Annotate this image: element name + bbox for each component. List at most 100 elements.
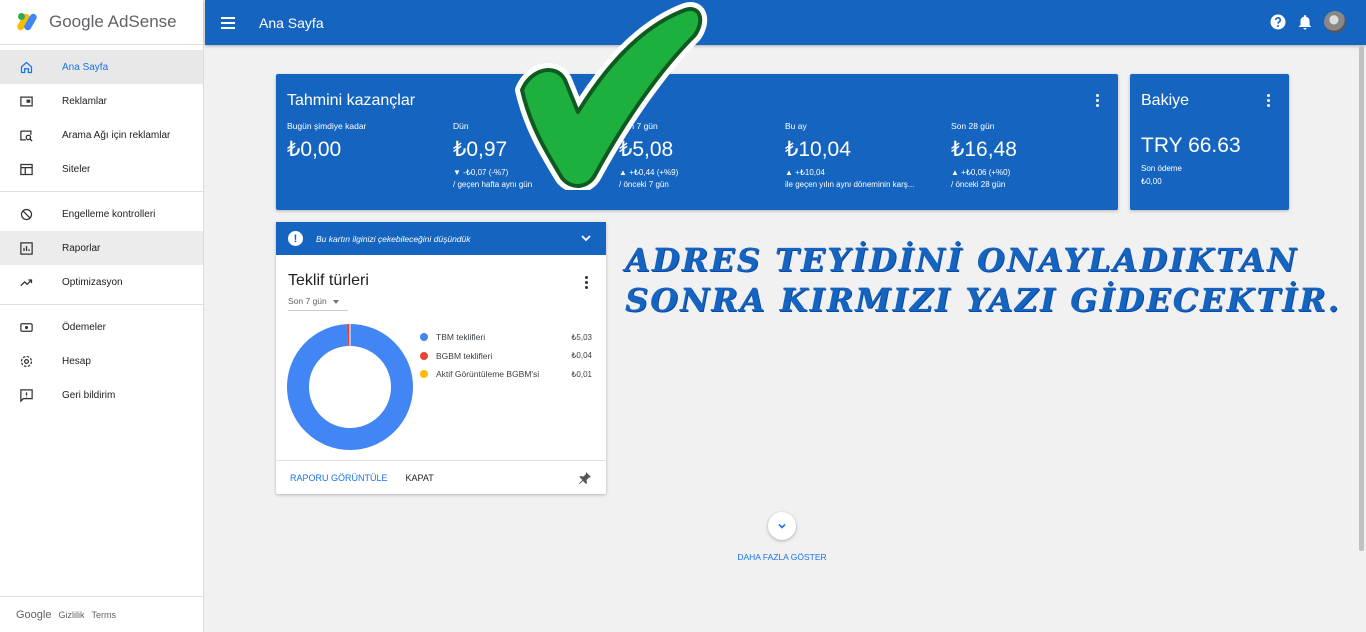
sidebar-item-ads[interactable]: Reklamlar: [0, 84, 203, 118]
chart-legend: TBM teklifleri ₺5,03 BGBM teklifleri ₺0,…: [420, 328, 592, 384]
earnings-delta: ▲ +₺10,04: [785, 168, 825, 177]
brand[interactable]: Google AdSense: [0, 0, 203, 45]
earnings-label: Son 28 gün: [951, 121, 995, 131]
legend-swatch: [420, 333, 428, 342]
legend-value: ₺0,04: [571, 351, 592, 361]
sidebar-item-label: Raporlar: [62, 242, 101, 254]
menu-button[interactable]: [205, 16, 251, 29]
offer-title: Teklif türleri: [288, 272, 369, 289]
legend-value: ₺5,03: [571, 332, 592, 342]
google-wordmark: Google: [16, 608, 52, 621]
period-value: Son 7 gün: [288, 296, 327, 306]
legend-swatch: [420, 351, 428, 360]
earnings-menu-icon[interactable]: [1096, 94, 1100, 109]
scrollbar[interactable]: [1359, 46, 1364, 551]
sidebar-item-label: Ödemeler: [62, 321, 106, 333]
sidebar-item-account[interactable]: Hesap: [0, 344, 203, 378]
earnings-column-last28: Son 28 gün ₺16,48 ▲ +₺0,06 (+%0) / öncek…: [951, 121, 1111, 189]
sidebar-item-label: Siteler: [62, 163, 91, 175]
reports-icon: [18, 240, 34, 256]
sidebar-item-home[interactable]: Ana Sayfa: [0, 50, 203, 84]
adsense-logo-icon: [15, 12, 40, 32]
suggestion-banner[interactable]: ! Bu kartın ilginizi çekebileceğini düşü…: [276, 222, 606, 255]
sidebar-item-optimization[interactable]: Optimizasyon: [0, 265, 203, 299]
gear-icon: [18, 353, 34, 369]
nav-group-main: Ana Sayfa Reklamlar Arama Ağı için rekla…: [0, 45, 203, 192]
sidebar-item-label: Hesap: [62, 355, 91, 367]
legend-label: TBM teklifleri: [436, 332, 486, 343]
sidebar-item-payments[interactable]: Ödemeler: [0, 310, 203, 344]
sidebar-item-label: Optimizasyon: [62, 276, 123, 288]
sidebar-item-search-ads[interactable]: Arama Ağı için reklamlar: [0, 118, 203, 152]
sidebar-item-feedback[interactable]: Geri bildirim: [0, 378, 203, 412]
earnings-value: ₺16,48: [951, 138, 1017, 161]
donut-chart: [287, 324, 413, 450]
info-icon: !: [288, 231, 303, 246]
avatar[interactable]: [1324, 11, 1346, 33]
annotation-line-2: SONRA KIRMIZI YAZI GİDECEKTİR.: [625, 281, 1341, 319]
sites-icon: [18, 161, 34, 177]
search-ads-icon: [18, 127, 34, 143]
trend-icon: [18, 274, 34, 290]
sidebar-item-label: Arama Ağı için reklamlar: [62, 129, 171, 141]
earnings-value: ₺10,04: [785, 138, 851, 161]
sidebar-item-sites[interactable]: Siteler: [0, 152, 203, 186]
terms-link[interactable]: Terms: [91, 610, 116, 620]
earnings-label: Bugün şimdiye kadar: [287, 121, 367, 131]
payments-icon: [18, 319, 34, 335]
earnings-column-month: Bu ay ₺10,04 ▲ +₺10,04 ile geçen yılın a…: [785, 121, 945, 189]
sidebar-footer: Google Gizlilik Terms: [0, 596, 204, 632]
show-more[interactable]: DAHA FAZLA GÖSTER: [732, 512, 832, 562]
earnings-value: ₺0,00: [287, 138, 342, 161]
balance-title: Bakiye: [1141, 92, 1190, 109]
page-title: Ana Sayfa: [259, 14, 324, 31]
chevron-down-icon[interactable]: [580, 232, 592, 244]
balance-card: Bakiye TRY 66.63 Son ödeme ₺0,00: [1130, 74, 1289, 210]
block-icon: [18, 206, 34, 222]
offer-menu-icon[interactable]: [585, 276, 589, 291]
brand-name: Google AdSense: [49, 12, 177, 31]
privacy-link[interactable]: Gizlilik: [58, 610, 84, 620]
balance-menu-icon[interactable]: [1267, 94, 1271, 109]
help-icon[interactable]: [1270, 14, 1286, 30]
sidebar-item-label: Engelleme kontrolleri: [62, 208, 156, 220]
sidebar: Google AdSense Ana Sayfa Reklamlar Arama…: [0, 0, 204, 632]
period-dropdown[interactable]: Son 7 gün: [288, 296, 348, 311]
nav-group-account: Ödemeler Hesap Geri bildirim: [0, 305, 203, 417]
legend-label: Aktif Görüntüleme BGBM'si: [436, 369, 540, 380]
home-icon: [18, 59, 34, 75]
checkmark-icon: [515, 2, 708, 190]
ad-icon: [18, 93, 34, 109]
legend-swatch: [420, 370, 428, 379]
top-actions: [1270, 11, 1346, 33]
pin-icon[interactable]: [578, 471, 592, 485]
view-report-button[interactable]: RAPORU GÖRÜNTÜLE: [290, 473, 388, 483]
chevron-down-icon: [778, 523, 786, 529]
donut-slice-0[interactable]: [287, 324, 413, 450]
offer-types-card: ! Bu kartın ilginizi çekebileceğini düşü…: [276, 222, 606, 494]
close-button[interactable]: KAPAT: [406, 473, 434, 483]
legend-item: Aktif Görüntüleme BGBM'si ₺0,01: [420, 365, 592, 384]
caret-down-icon: [332, 299, 339, 304]
sidebar-item-label: Geri bildirim: [62, 389, 116, 401]
earnings-delta: ▲ +₺0,06 (+%0): [951, 168, 1011, 177]
earnings-compare: ile geçen yılın aynı döneminin karş...: [785, 180, 915, 189]
suggestion-text: Bu kartın ilginizi çekebileceğini düşünd…: [316, 233, 471, 244]
last-payment-label: Son ödeme: [1141, 164, 1182, 173]
legend-label: BGBM teklifleri: [436, 350, 493, 361]
feedback-icon: [18, 387, 34, 403]
earnings-compare: / önceki 28 gün: [951, 180, 1006, 189]
legend-value: ₺0,01: [571, 369, 592, 379]
sidebar-item-reports[interactable]: Raporlar: [0, 231, 203, 265]
card-actions: RAPORU GÖRÜNTÜLE KAPAT: [276, 460, 606, 494]
earnings-column-today: Bugün şimdiye kadar ₺0,00: [287, 121, 447, 162]
annotation-text: ADRES TEYİDİNİ ONAYLADIKTAN SONRA KIRMIZ…: [625, 240, 1360, 320]
sidebar-item-label: Reklamlar: [62, 95, 108, 107]
annotation-line-1: ADRES TEYİDİNİ ONAYLADIKTAN: [625, 241, 1299, 279]
show-more-button[interactable]: [768, 512, 796, 540]
bell-icon[interactable]: [1298, 14, 1312, 30]
sidebar-item-blocking[interactable]: Engelleme kontrolleri: [0, 197, 203, 231]
sidebar-item-label: Ana Sayfa: [62, 61, 109, 73]
last-payment-value: ₺0,00: [1141, 177, 1162, 186]
nav-group-controls: Engelleme kontrolleri Raporlar Optimizas…: [0, 192, 203, 305]
